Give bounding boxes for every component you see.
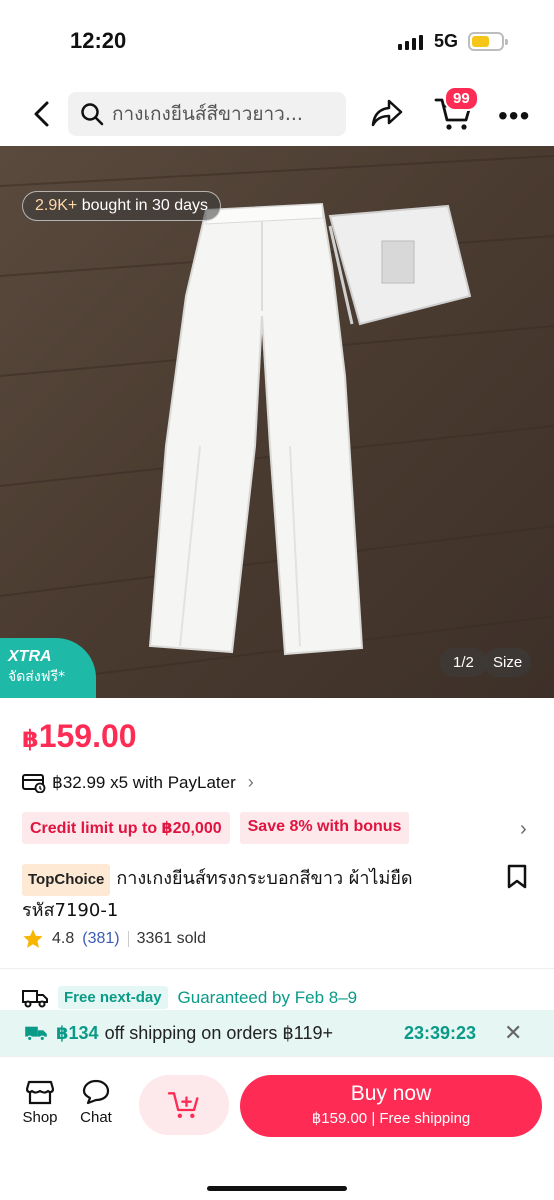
status-time: 12:20 — [70, 28, 127, 53]
shipping-discount-amount: ฿134 — [56, 1022, 99, 1043]
paylater-row[interactable]: ฿32.99 x5 with PayLater › — [22, 772, 254, 793]
bottom-action-bar: Shop Chat Buy now ฿159.00 | Free shippin… — [0, 1056, 554, 1200]
sold-count: 3361 sold — [136, 930, 206, 947]
delivery-truck-icon — [22, 989, 48, 1007]
status-bar: 12:20 5G — [0, 0, 554, 84]
chevron-right-icon: › — [247, 772, 254, 792]
bought-count-badge: 2.9K+ bought in 30 days — [22, 191, 222, 221]
chat-button[interactable]: Chat — [76, 1079, 116, 1126]
rating-row[interactable]: 4.8 (381) 3361 sold — [22, 928, 206, 950]
shop-label: Shop — [22, 1109, 58, 1126]
promo-tags[interactable]: Credit limit up to ฿20,000 Save 8% with … — [22, 812, 410, 844]
search-query: กางเกงยีนส์สีขาวยาว... — [112, 103, 303, 125]
shipping-discount-banner[interactable]: ฿134 off shipping on orders ฿119+ 23:39:… — [0, 1010, 554, 1056]
signal-icon — [398, 34, 423, 50]
search-bar[interactable]: กางเกงยีนส์สีขาวยาว... — [68, 92, 346, 136]
promo-chevron-right-icon[interactable]: › — [520, 818, 527, 841]
home-indicator — [207, 1186, 347, 1191]
share-button[interactable] — [370, 98, 404, 133]
section-divider — [0, 968, 554, 969]
price-value: 159.00 — [38, 718, 137, 754]
chat-label: Chat — [80, 1109, 112, 1126]
more-options-button[interactable]: ••• — [498, 100, 530, 132]
image-pager: 1/2 — [440, 648, 487, 677]
paylater-icon — [22, 773, 46, 793]
share-icon — [371, 99, 403, 127]
buy-now-label: Buy now — [350, 1082, 432, 1105]
free-next-day-tag: Free next-day — [58, 986, 168, 1009]
buy-now-button[interactable]: Buy now ฿159.00 | Free shipping — [240, 1075, 542, 1137]
delivery-guarantee: Guaranteed by Feb 8–9 — [177, 987, 358, 1007]
divider — [127, 931, 129, 947]
bookmark-button[interactable] — [506, 864, 528, 895]
add-to-cart-button[interactable] — [139, 1075, 229, 1135]
network-type: 5G — [434, 31, 459, 51]
add-to-cart-icon — [167, 1092, 199, 1118]
top-nav: กางเกงยีนส์สีขาวยาว... 99 ••• — [0, 84, 554, 146]
buy-now-subtitle: ฿159.00 | Free shipping — [311, 1110, 471, 1127]
xtra-free-shipping-badge: XTRA จัดส่งฟรี* — [0, 638, 96, 698]
xtra-subtitle: จัดส่งฟรี* — [8, 669, 66, 685]
bookmark-icon — [507, 864, 527, 889]
review-count[interactable]: (381) — [82, 930, 119, 948]
price-currency: ฿ — [22, 726, 39, 753]
back-button[interactable] — [26, 96, 56, 132]
xtra-title: XTRA — [8, 648, 52, 665]
rating-value: 4.8 — [52, 930, 75, 947]
countdown-timer: 23:39:23 — [404, 1022, 477, 1043]
buy-now-shipping: Free shipping — [379, 1110, 471, 1127]
promo-credit-limit[interactable]: Credit limit up to ฿20,000 — [22, 812, 230, 844]
shop-icon — [25, 1080, 55, 1105]
price: ฿159.00 — [22, 718, 137, 755]
bought-text: bought in 30 days — [81, 197, 209, 214]
back-arrow-icon — [34, 101, 49, 127]
size-button[interactable]: Size — [484, 648, 532, 677]
topchoice-badge: TopChoice — [22, 864, 111, 896]
paylater-text: ฿32.99 x5 with PayLater — [52, 772, 236, 792]
star-icon — [23, 929, 43, 948]
chat-icon — [82, 1079, 110, 1105]
product-image[interactable]: 2.9K+ bought in 30 days XTRA จัดส่งฟรี* … — [0, 146, 554, 698]
shop-button[interactable]: Shop — [20, 1079, 60, 1126]
delivery-row[interactable]: Free next-day Guaranteed by Feb 8–9 — [22, 986, 357, 1009]
promo-bonus[interactable]: Save 8% with bonus — [239, 812, 410, 844]
shipping-truck-icon — [25, 1026, 47, 1042]
product-title: TopChoice กางเกงยีนส์ทรงกระบอกสีขาว ผ้าไม… — [22, 864, 492, 926]
buy-now-price: ฿159.00 — [311, 1110, 368, 1127]
shipping-discount-text: off shipping on orders ฿119+ — [104, 1022, 334, 1043]
cart-count-badge: 99 — [444, 86, 479, 111]
product-photo-jeans — [0, 146, 554, 698]
close-icon[interactable]: ✕ — [504, 1020, 522, 1046]
battery-icon — [468, 32, 508, 51]
search-icon — [81, 103, 104, 126]
bought-count: 2.9K+ — [35, 197, 78, 214]
